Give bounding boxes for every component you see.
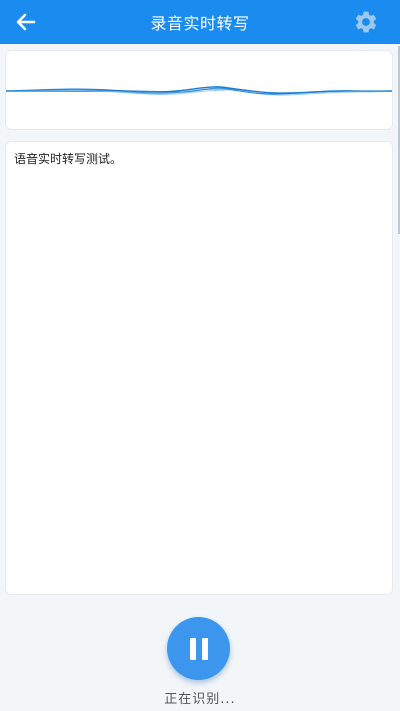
- arrow-left-icon: [16, 13, 36, 31]
- pause-icon: [189, 637, 196, 660]
- transcript-text: 语音实时转写测试。: [14, 152, 123, 166]
- pause-icon-bar: [201, 637, 208, 660]
- settings-button[interactable]: [350, 6, 382, 38]
- pause-button[interactable]: [167, 617, 230, 680]
- back-button[interactable]: [10, 6, 42, 38]
- gear-icon: [355, 11, 377, 33]
- app-header: 录音实时转写: [0, 0, 400, 44]
- audio-waveform: [6, 86, 392, 96]
- waveform-panel: [5, 50, 393, 130]
- recognition-status: 正在识别...: [164, 692, 236, 707]
- transcript-panel[interactable]: 语音实时转写测试。: [5, 141, 393, 595]
- page-title: 录音实时转写: [150, 14, 250, 33]
